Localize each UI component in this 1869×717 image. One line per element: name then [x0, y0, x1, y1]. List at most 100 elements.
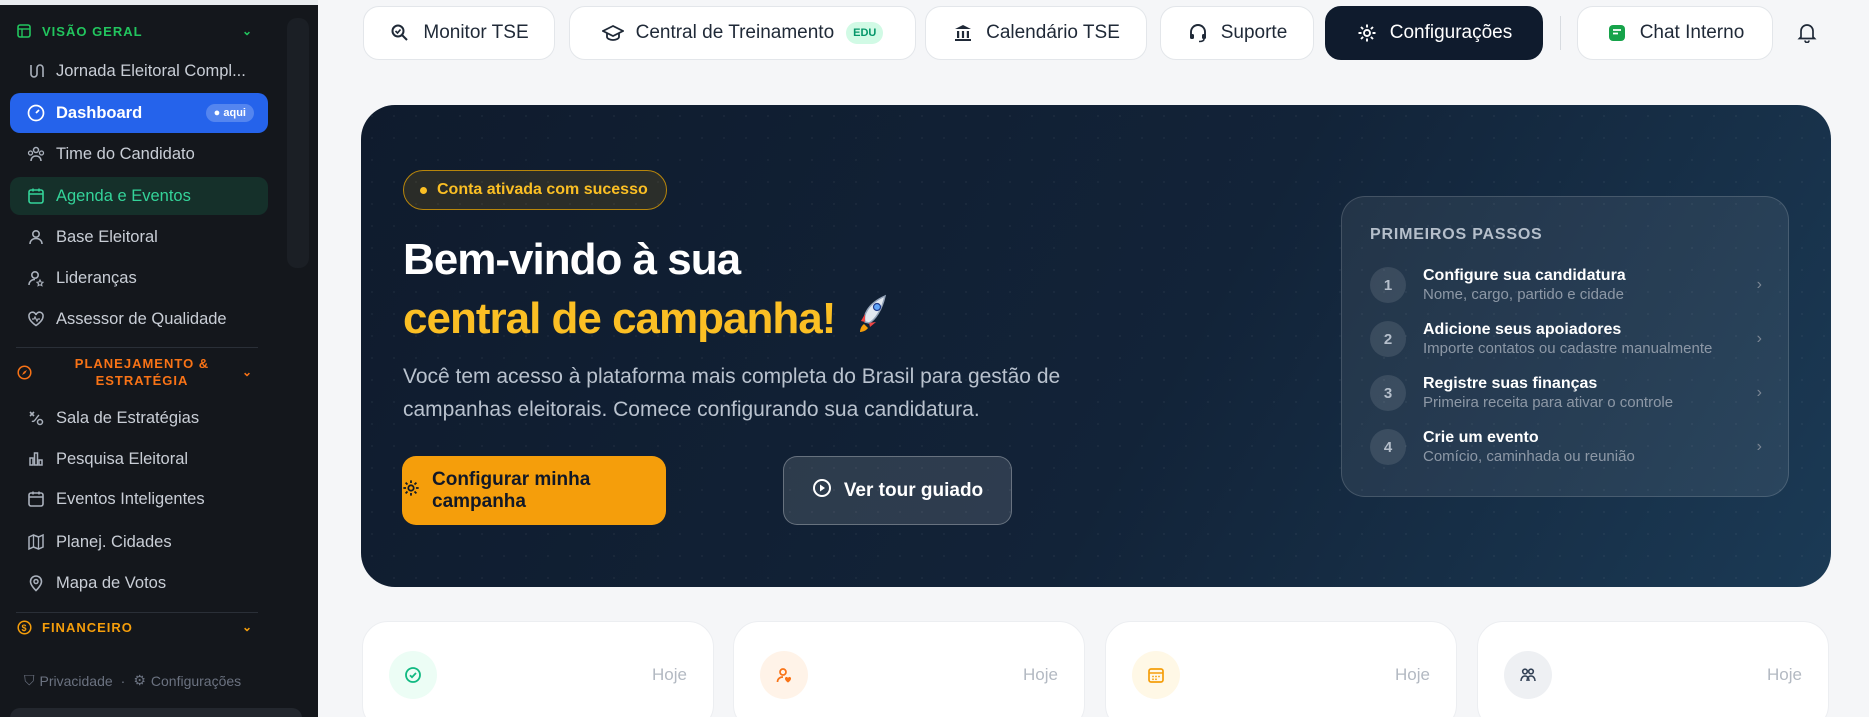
calendar-icon — [26, 186, 46, 206]
team-icon — [26, 144, 46, 164]
graduation-cap-icon — [601, 22, 624, 44]
sidebar-item-time[interactable]: Time do Candidato — [10, 135, 268, 173]
sidebar-item-label: Mapa de Votos — [56, 573, 167, 592]
first-steps-title: PRIMEIROS PASSOS — [1370, 226, 1543, 243]
step-number: 4 — [1370, 429, 1406, 465]
status-badge: Conta ativada com sucesso — [403, 170, 667, 210]
sidebar-item-assessor[interactable]: Assessor de Qualidade — [10, 300, 268, 338]
hero-title-highlight: central de campanha! — [403, 290, 897, 347]
divider — [16, 347, 258, 348]
compass-icon — [16, 364, 32, 380]
stat-period: Hoje — [652, 665, 687, 684]
section-visao-geral[interactable]: VISÃO GERAL ⌄ — [16, 23, 252, 39]
chevron-right-icon: › — [1756, 438, 1762, 455]
sidebar-scrollbar[interactable] — [287, 18, 309, 268]
section-financeiro[interactable]: $ FINANCEIRO ⌄ — [16, 619, 252, 635]
bell-icon[interactable] — [1793, 18, 1821, 46]
sidebar-bottom-pill[interactable] — [10, 708, 302, 717]
first-steps-panel: PRIMEIROS PASSOS 1 Configure sua candida… — [1341, 196, 1789, 497]
step-item[interactable]: 1 Configure sua candidatura Nome, cargo,… — [1370, 261, 1762, 309]
tab-configuracoes[interactable]: Configurações — [1325, 6, 1543, 60]
step-subtitle: Comício, caminhada ou reunião — [1423, 448, 1635, 465]
stat-period: Hoje — [1767, 665, 1802, 684]
footer-separator: · — [120, 672, 126, 689]
configure-campaign-button[interactable]: Configurar minha campanha — [402, 456, 666, 525]
section-label: FINANCEIRO — [42, 619, 133, 635]
section-planejamento[interactable]: PLANEJAMENTO & ESTRATÉGIA ⌄ — [16, 355, 252, 389]
user-icon — [26, 227, 46, 247]
sidebar-item-label: Pesquisa Eleitoral — [56, 449, 189, 468]
tab-label: Central de Treinamento — [635, 22, 835, 43]
step-item[interactable]: 3 Registre suas finanças Primeira receit… — [1370, 369, 1762, 417]
step-subtitle: Nome, cargo, partido e cidade — [1423, 286, 1624, 303]
calendar-icon — [1132, 651, 1180, 699]
sidebar-item-mapa-votos[interactable]: Mapa de Votos — [10, 564, 268, 602]
sidebar-item-jornada[interactable]: Jornada Eleitoral Compl... — [10, 52, 268, 90]
map-pin-icon — [26, 573, 46, 593]
chevron-down-icon: ⌄ — [242, 365, 254, 379]
sidebar-item-label: Eventos Inteligentes — [56, 489, 205, 508]
step-item[interactable]: 4 Crie um evento Comício, caminhada ou r… — [1370, 423, 1762, 471]
sidebar-item-label: Assessor de Qualidade — [56, 309, 227, 328]
heart-icon — [26, 309, 46, 329]
tab-central-treinamento[interactable]: Central de Treinamento EDU — [569, 6, 916, 60]
tab-suporte[interactable]: Suporte — [1160, 6, 1314, 60]
chevron-down-icon: ⌄ — [242, 24, 254, 38]
settings-link[interactable]: ⚙ Configurações — [133, 672, 241, 689]
privacy-link[interactable]: ⛉ Privacidade — [24, 672, 113, 689]
svg-text:$: $ — [21, 622, 27, 632]
divider — [16, 612, 258, 613]
sidebar-item-dashboard[interactable]: Dashboard ● aqui — [10, 93, 268, 133]
hero-description: Você tem acesso à plataforma mais comple… — [403, 365, 1061, 421]
here-badge: ● aqui — [205, 104, 254, 122]
tab-label: Calendário TSE — [986, 22, 1120, 43]
bar-chart-icon — [26, 449, 46, 469]
status-dot-icon — [420, 186, 427, 194]
toolbar-separator — [1560, 16, 1561, 50]
sidebar-top-line — [0, 0, 318, 5]
tab-monitor-tse[interactable]: Monitor TSE — [363, 6, 555, 60]
guided-tour-button[interactable]: Ver tour guiado — [783, 456, 1012, 525]
sidebar-item-label: Planej. Cidades — [56, 532, 172, 551]
sidebar-item-liderancas[interactable]: Lideranças — [10, 259, 268, 297]
sidebar-item-eventos-inteligentes[interactable]: Eventos Inteligentes — [10, 480, 268, 518]
step-item[interactable]: 2 Adicione seus apoiadores Importe conta… — [1370, 315, 1762, 363]
stat-period: Hoje — [1023, 665, 1058, 684]
sidebar-item-agenda[interactable]: Agenda e Eventos — [10, 177, 268, 215]
grid-icon — [16, 23, 32, 39]
sidebar-item-label: Agenda e Eventos — [56, 186, 191, 205]
step-title: Crie um evento — [1423, 429, 1539, 446]
gear-icon — [402, 479, 420, 503]
section-label-line1: PLANEJAMENTO & — [74, 356, 210, 371]
stat-period: Hoje — [1395, 665, 1430, 684]
stat-card[interactable]: Hoje — [1105, 621, 1457, 717]
hero-title: Bem-vindo à sua — [403, 235, 741, 284]
chevron-right-icon: › — [1756, 384, 1762, 401]
rocket-icon — [851, 290, 897, 347]
top-navigation: Monitor TSE Central de Treinamento EDU C… — [318, 0, 1869, 66]
gauge-icon — [26, 103, 46, 123]
route-icon — [26, 61, 46, 81]
step-number: 3 — [1370, 375, 1406, 411]
check-circle-icon — [389, 651, 437, 699]
sidebar-item-label: Base Eleitoral — [56, 227, 158, 246]
stat-card[interactable]: Hoje — [1477, 621, 1829, 717]
sidebar: VISÃO GERAL ⌄ Jornada Eleitoral Compl...… — [0, 0, 318, 717]
bank-icon — [952, 22, 974, 44]
map-icon — [26, 532, 46, 552]
sidebar-item-label: Dashboard — [56, 103, 143, 122]
step-title: Adicione seus apoiadores — [1423, 321, 1622, 338]
stat-card[interactable]: Hoje — [733, 621, 1085, 717]
sidebar-item-sala-estrategias[interactable]: Sala de Estratégias — [10, 399, 268, 437]
monitor-tse-icon — [389, 22, 411, 44]
tab-chat-interno[interactable]: Chat Interno — [1577, 6, 1773, 60]
stat-card[interactable]: Hoje — [362, 621, 714, 717]
sidebar-item-pesquisa[interactable]: Pesquisa Eleitoral — [10, 440, 268, 478]
welcome-hero: Conta ativada com sucesso Bem-vindo à su… — [361, 105, 1831, 587]
sidebar-item-base-eleitoral[interactable]: Base Eleitoral — [10, 218, 268, 256]
tab-calendario-tse[interactable]: Calendário TSE — [925, 6, 1147, 60]
chevron-down-icon: ⌄ — [242, 620, 254, 634]
sidebar-item-planej-cidades[interactable]: Planej. Cidades — [10, 523, 268, 561]
calendar-icon — [26, 489, 46, 509]
people-icon — [1504, 651, 1552, 699]
